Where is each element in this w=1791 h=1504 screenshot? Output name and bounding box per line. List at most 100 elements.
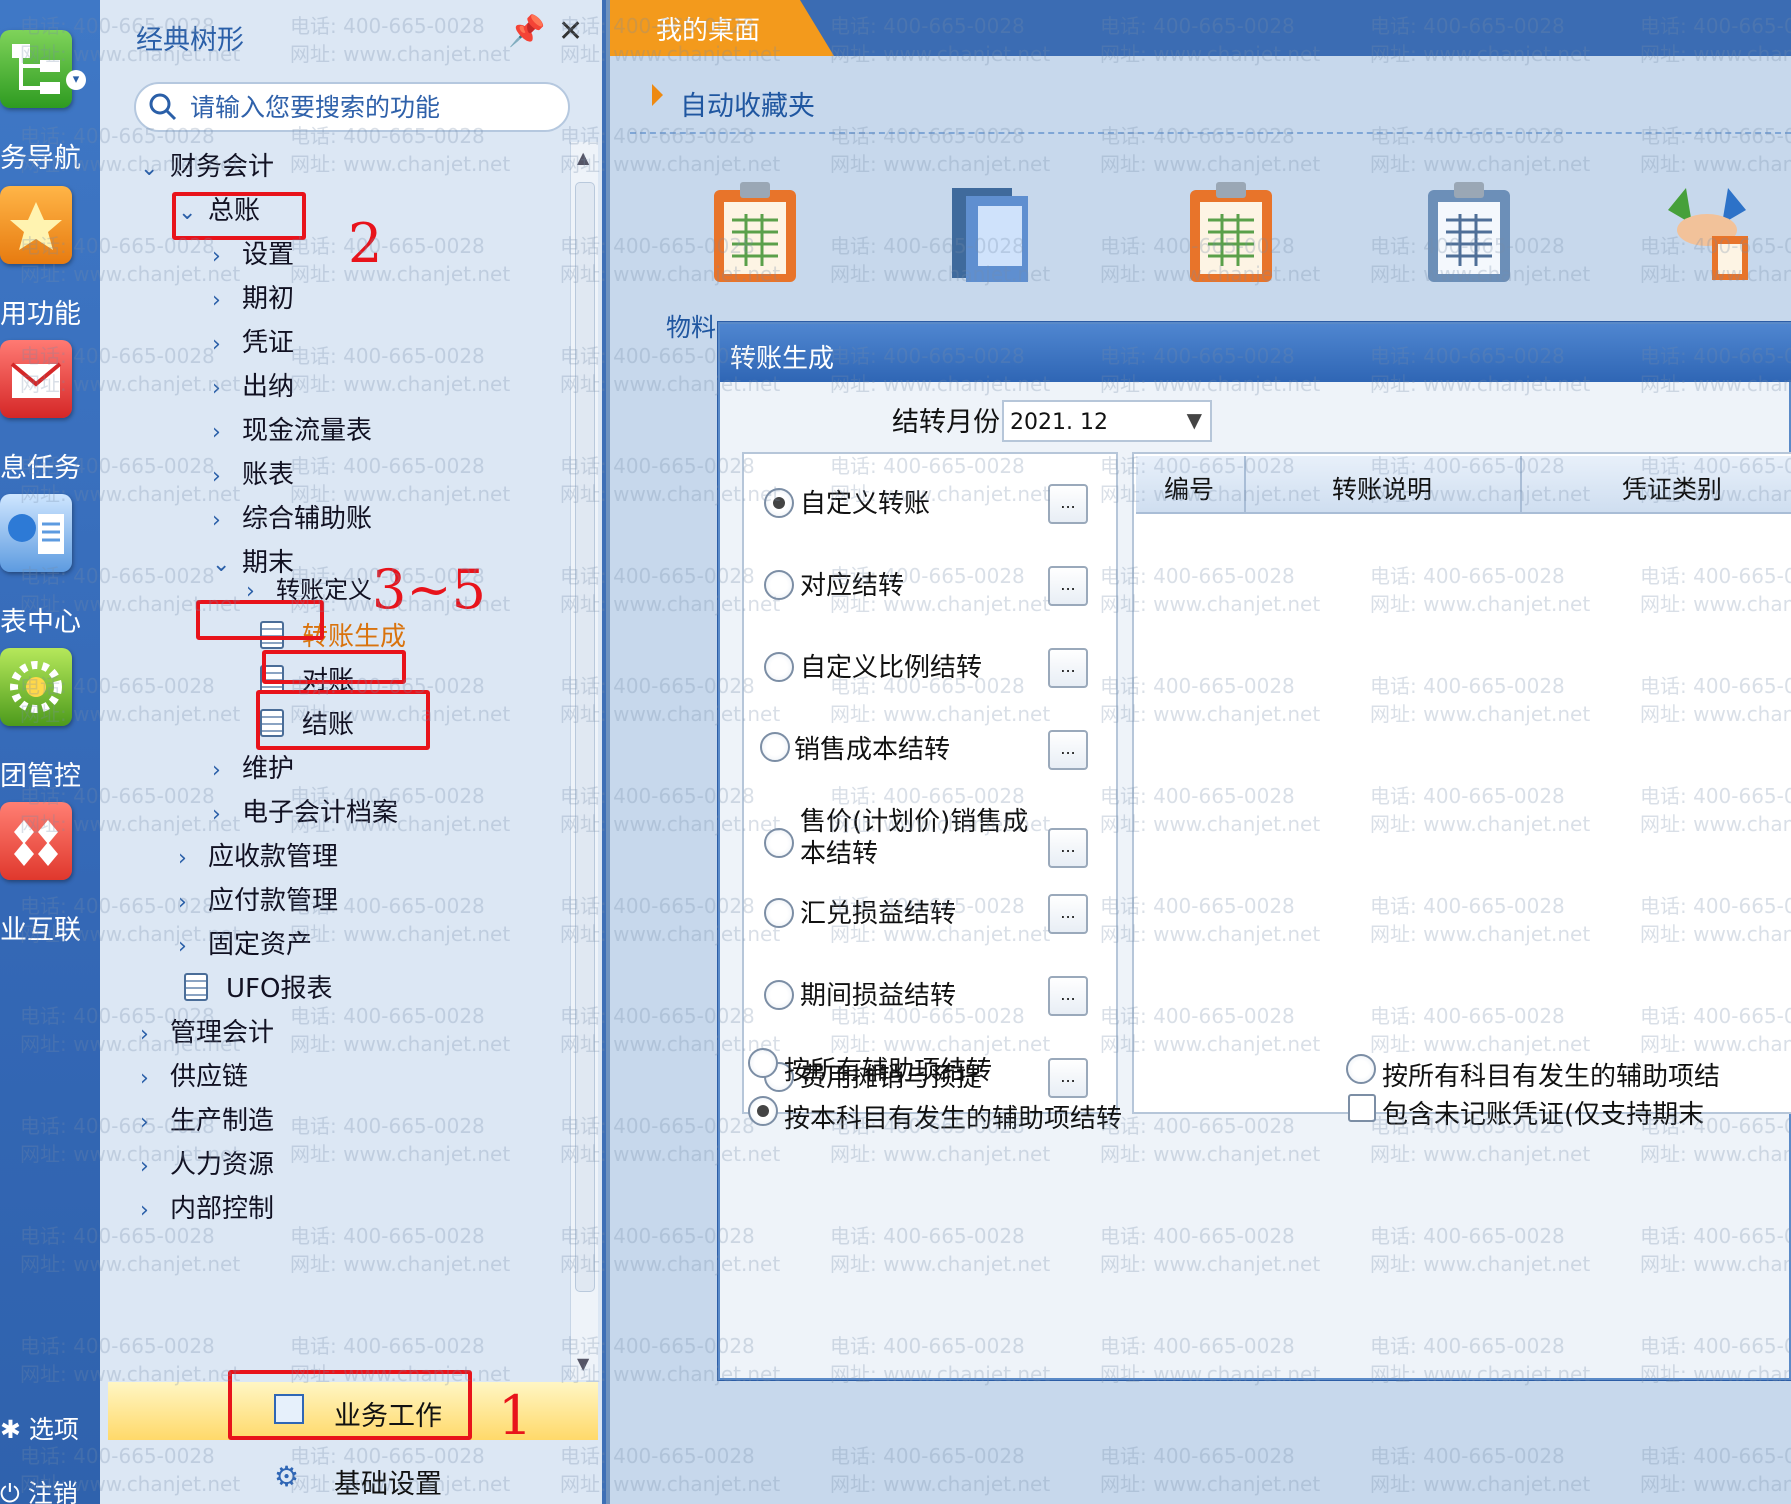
radio-custom-ratio-transfer[interactable]	[764, 652, 794, 682]
tree-node-label: 账表	[242, 460, 295, 490]
chevron-right-icon: ›	[178, 934, 187, 959]
tree-node-fixed-assets[interactable]: › 固定资产	[178, 924, 312, 968]
exchange-gain-loss-more-button[interactable]: ...	[1048, 894, 1088, 934]
star-icon	[0, 186, 72, 264]
expense-amortization-more-button[interactable]: ...	[1048, 1058, 1088, 1098]
scroll-thumb[interactable]	[575, 182, 595, 1292]
tree-node-label: 期初	[242, 284, 295, 314]
pin-icon[interactable]: 📌	[508, 14, 545, 49]
transfer-type-options: 自定义转账 ... 对应结转 ... 自定义比例结转 ... 销售成本结转 ..…	[742, 452, 1118, 1114]
option-label-line1: 售价(计划价)销售成	[800, 807, 1029, 837]
radio-exchange-gain-loss[interactable]	[764, 898, 794, 928]
desktop-shortcut-5[interactable]	[1662, 180, 1752, 284]
tree-node-supply-chain[interactable]: › 供应链	[140, 1056, 248, 1100]
tree-node-aux-ledger[interactable]: › 综合辅助账	[212, 498, 372, 542]
radio-aux-all[interactable]	[748, 1048, 778, 1078]
option-period-profit-loss-transfer[interactable]: 期间损益结转 ...	[744, 966, 1120, 1026]
column-transfer-description[interactable]: 转账说明	[1246, 456, 1522, 512]
tree-node-manufacturing[interactable]: › 生产制造	[140, 1100, 274, 1144]
option-exchange-gain-loss-transfer[interactable]: 汇兑损益结转 ...	[744, 884, 1120, 944]
option-sales-cost-transfer[interactable]: 销售成本结转 ...	[744, 720, 1120, 780]
close-icon[interactable]: ✕	[558, 14, 583, 49]
tree-node-cash-flow[interactable]: › 现金流量表	[212, 410, 372, 454]
tree-node-label: 财务会计	[170, 152, 275, 182]
tree-node-voucher[interactable]: › 凭证	[212, 322, 294, 366]
tree-node-label: 应付款管理	[208, 886, 339, 916]
tree-node-internal-control[interactable]: › 内部控制	[140, 1188, 274, 1232]
tree-node-payables[interactable]: › 应付款管理	[178, 880, 338, 924]
document-icon	[184, 973, 208, 1001]
option-corresponding-transfer[interactable]: 对应结转 ...	[744, 556, 1120, 616]
transfer-month-select[interactable]: 2021. 12 ▼	[1002, 400, 1212, 442]
tree-node-label: 固定资产	[208, 930, 313, 960]
option-custom-ratio-transfer[interactable]: 自定义比例结转 ...	[744, 638, 1120, 698]
tree-node-maintenance[interactable]: › 维护	[212, 748, 294, 792]
desktop-shortcut-3[interactable]	[1186, 180, 1276, 284]
tree-node-opening[interactable]: › 期初	[212, 278, 294, 322]
rail-item-common-functions[interactable]: 用功能	[0, 186, 100, 356]
tree-node-receivables[interactable]: › 应收款管理	[178, 836, 338, 880]
tree-node-management-accounting[interactable]: › 管理会计	[140, 1012, 274, 1056]
tree-node-human-resources[interactable]: › 人力资源	[140, 1144, 274, 1188]
tree-node-settings[interactable]: › 设置	[212, 234, 294, 278]
scroll-down-icon[interactable]: ▼	[577, 1354, 589, 1373]
rail-item-message-tasks[interactable]: 息任务	[0, 340, 100, 510]
nav-basic-settings[interactable]: ⚙ 基础设置	[108, 1450, 598, 1504]
tab-label: 我的桌面	[656, 16, 761, 46]
radio-period-profit-loss[interactable]	[764, 980, 794, 1010]
planned-price-more-button[interactable]: ...	[1048, 828, 1088, 868]
options-button[interactable]: ✱ 选项	[0, 1410, 79, 1446]
desktop-shortcut-2[interactable]	[948, 180, 1038, 284]
desktop-shortcut-1[interactable]	[710, 180, 800, 284]
option-label: 期间损益结转	[800, 981, 957, 1011]
option-label: 对应结转	[800, 571, 905, 601]
sales-cost-more-button[interactable]: ...	[1048, 730, 1088, 770]
radio-planned-price-cost-transfer[interactable]	[764, 828, 794, 858]
annotation-number-3-5: 3~5	[372, 558, 486, 621]
chevron-down-icon[interactable]: ▾	[66, 70, 86, 90]
annotation-box-period-end	[196, 600, 324, 640]
tree-node-ledger-reports[interactable]: › 账表	[212, 454, 294, 498]
custom-transfer-more-button[interactable]: ...	[1048, 484, 1088, 524]
corresponding-transfer-more-button[interactable]: ...	[1048, 566, 1088, 606]
grid-header: 编号 转账说明 凭证类别	[1136, 456, 1791, 514]
radio-sales-cost-transfer[interactable]	[760, 732, 790, 762]
chevron-right-icon: ›	[140, 1154, 149, 1179]
rail-item-group-control[interactable]: 团管控	[0, 648, 100, 818]
include-unposted-label: 包含未记账凭证(仅支持期末	[1382, 1100, 1705, 1130]
custom-ratio-more-button[interactable]: ...	[1048, 648, 1088, 688]
tree-node-ufo-report[interactable]: UFO报表	[184, 968, 332, 1012]
tree-node-cashier[interactable]: › 出纳	[212, 366, 294, 410]
rail-item-report-center[interactable]: 表中心	[0, 494, 100, 664]
tree-node-e-archive[interactable]: › 电子会计档案	[212, 792, 398, 836]
logout-button[interactable]: ⏻ 注销	[0, 1474, 78, 1504]
rail-item-enterprise-connect[interactable]: 业互联	[0, 802, 100, 972]
transfer-list-grid[interactable]: 编号 转账说明 凭证类别	[1132, 452, 1791, 1114]
option-custom-transfer[interactable]: 自定义转账 ...	[744, 474, 1120, 534]
chevron-right-icon: ›	[140, 1198, 149, 1223]
radio-corresponding-transfer[interactable]	[764, 570, 794, 600]
favorites-title: 自动收藏夹	[680, 91, 815, 122]
rail-item-business-nav[interactable]: ▾ 务导航	[0, 30, 100, 200]
period-profit-loss-more-button[interactable]: ...	[1048, 976, 1088, 1016]
nav-basic-settings-label: 基础设置	[334, 1469, 442, 1500]
desktop-shortcut-4[interactable]	[1424, 180, 1514, 284]
search-input[interactable]	[190, 92, 560, 124]
tree-node-financial-accounting[interactable]: ⌄ 财务会计	[140, 146, 274, 190]
include-unposted-checkbox[interactable]	[1348, 1094, 1376, 1122]
radio-aux-subject[interactable]	[748, 1096, 778, 1126]
tree-scrollbar[interactable]: ▲ ▼	[570, 142, 598, 1380]
tab-my-desktop[interactable]: 我的桌面	[610, 0, 834, 56]
column-number[interactable]: 编号	[1136, 456, 1246, 512]
column-voucher-type[interactable]: 凭证类别	[1522, 456, 1791, 512]
tree-node-label: 设置	[242, 240, 295, 270]
option-planned-price-cost-transfer[interactable]: 售价(计划价)销售成 本结转 ...	[744, 800, 1120, 884]
scroll-up-icon[interactable]: ▲	[577, 148, 589, 167]
option-label: 销售成本结转	[794, 735, 951, 765]
workspace: 我的桌面 自动收藏夹 物料 转账生成 结转月份 2021. 12 ▼ 自定义转账…	[610, 0, 1791, 1504]
gear-icon: ✱	[0, 1415, 29, 1444]
chevron-right-icon: ›	[212, 464, 221, 489]
tree-panel-header: 经典树形 📌 ✕	[100, 0, 606, 72]
radio-aux-all-subjects[interactable]	[1346, 1054, 1376, 1084]
radio-custom-transfer[interactable]	[764, 488, 794, 518]
